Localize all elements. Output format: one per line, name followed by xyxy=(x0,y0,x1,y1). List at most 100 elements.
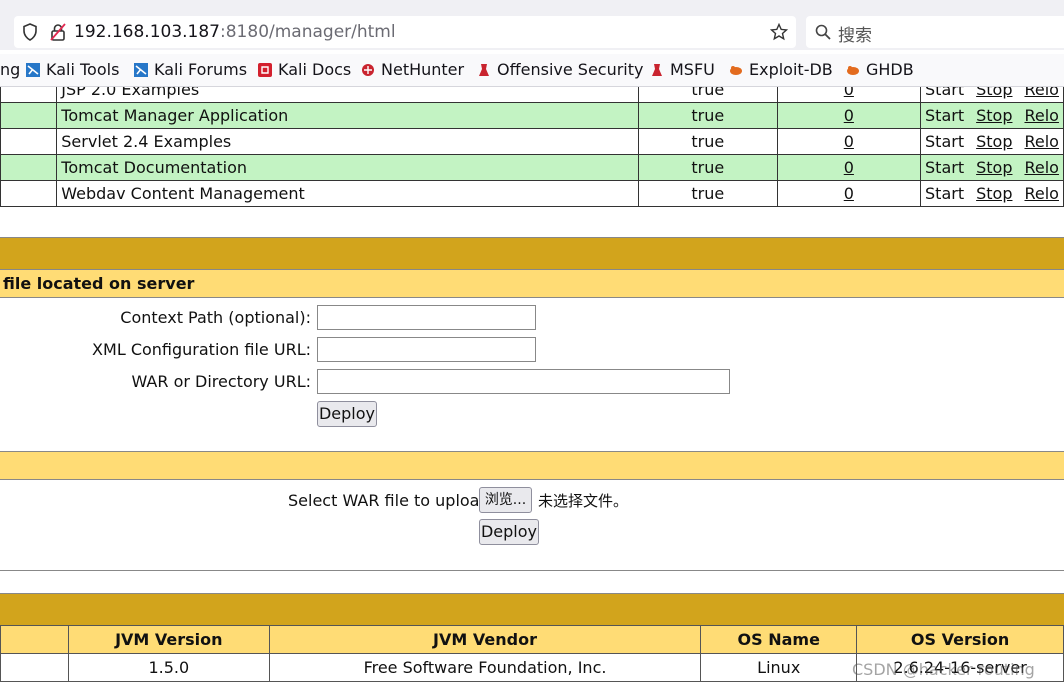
sessions-link[interactable]: 0 xyxy=(844,132,854,151)
table-row: JSP 2.0 Examples true 0 Start Stop Relo xyxy=(0,87,1064,103)
table-row: Tomcat Documentation true 0 Start Stop Rel… xyxy=(0,154,1064,181)
table-row: Tomcat Manager Application true 0 Start S… xyxy=(0,102,1064,129)
table-header: JVM Version xyxy=(67,625,270,654)
context-path-input[interactable] xyxy=(317,305,536,330)
bookmark-ghdb[interactable]: GHDB xyxy=(846,60,914,79)
sessions-link[interactable]: 0 xyxy=(844,106,854,125)
sessions-link[interactable]: 0 xyxy=(844,87,854,99)
jvm-version-value: 1.5.0 xyxy=(67,653,270,682)
no-file-selected-text: 未选择文件。 xyxy=(538,492,629,510)
reload-link[interactable]: Relo xyxy=(1024,158,1058,177)
app-name: Tomcat Manager Application xyxy=(56,102,639,129)
watermark: CSDN @hacker routing xyxy=(852,660,1035,679)
stop-link[interactable]: Stop xyxy=(976,184,1012,203)
browser-toolbar: 192.168.103.187:8180/manager/html 搜索 xyxy=(0,0,1064,50)
insecure-lock-icon[interactable] xyxy=(50,23,66,41)
url-path: :8180/manager/html xyxy=(220,22,396,42)
start-label: Start xyxy=(925,158,965,177)
nethunter-icon xyxy=(362,64,374,76)
app-name: JSP 2.0 Examples xyxy=(56,87,639,103)
context-path-label: Context Path (optional): xyxy=(120,308,311,327)
offsec-icon xyxy=(652,64,662,76)
bookmark-label: Kali Forums xyxy=(154,60,248,79)
search-placeholder: 搜索 xyxy=(838,26,872,46)
stop-link[interactable]: Stop xyxy=(976,158,1012,177)
start-label: Start xyxy=(925,132,965,151)
exploitdb-icon xyxy=(847,66,859,75)
table-header: JVM Vendor xyxy=(268,625,702,654)
war-url-label: WAR or Directory URL: xyxy=(131,372,311,391)
start-label: Start xyxy=(925,184,965,203)
bookmark-exploit-db[interactable]: Exploit-DB xyxy=(729,60,833,79)
table-row: Webdav Content Management true 0 Start St… xyxy=(0,180,1064,207)
search-box[interactable]: 搜索 xyxy=(806,16,1064,48)
bookmark-item[interactable]: ng xyxy=(0,60,20,79)
deploy-server-button[interactable]: Deploy xyxy=(317,401,377,427)
jvm-vendor-value: Free Software Foundation, Inc. xyxy=(268,653,702,682)
bookmark-label: Kali Tools xyxy=(46,60,120,79)
app-running: true xyxy=(637,180,778,207)
applications-table: JSP 2.0 Examples true 0 Start Stop Relo To… xyxy=(0,87,1064,207)
war-url-input[interactable] xyxy=(317,369,730,394)
kali-icon xyxy=(26,63,40,77)
app-running: true xyxy=(637,154,778,181)
start-label: Start xyxy=(925,87,965,99)
search-icon xyxy=(815,24,831,40)
browse-button[interactable]: 浏览... xyxy=(479,487,532,513)
server-deploy-title: file located on server xyxy=(3,274,195,293)
offsec-icon xyxy=(479,64,489,76)
table-row: JVM Version JVM Vendor OS Name OS Versio… xyxy=(0,625,1064,654)
bookmark-msfu[interactable]: MSFU xyxy=(650,60,715,79)
url-bar[interactable]: 192.168.103.187:8180/manager/html xyxy=(14,16,796,48)
url-host: 192.168.103.187 xyxy=(74,22,221,42)
bookmark-kali-docs[interactable]: Kali Docs xyxy=(258,60,351,79)
xml-config-label: XML Configuration file URL: xyxy=(92,340,311,359)
stop-link[interactable]: Stop xyxy=(976,132,1012,151)
app-running: true xyxy=(637,128,778,155)
start-label: Start xyxy=(925,106,965,125)
select-war-label: Select WAR file to upload xyxy=(288,491,490,510)
bookmark-nethunter[interactable]: NetHunter xyxy=(361,60,464,79)
bookmark-label: MSFU xyxy=(670,60,715,79)
app-name: Tomcat Documentation xyxy=(56,154,639,181)
app-name: Servlet 2.4 Examples xyxy=(56,128,639,155)
applications-table-viewport: JSP 2.0 Examples true 0 Start Stop Relo To… xyxy=(0,87,1064,215)
kali-icon xyxy=(134,63,148,77)
stop-link[interactable]: Stop xyxy=(976,106,1012,125)
bookmark-label: Offensive Security xyxy=(497,60,644,79)
shield-icon[interactable] xyxy=(22,23,38,41)
bookmark-label: Kali Docs xyxy=(278,60,352,79)
sessions-link[interactable]: 0 xyxy=(844,158,854,177)
deploy-upload-button[interactable]: Deploy xyxy=(479,519,539,545)
kali-docs-icon xyxy=(258,63,272,77)
app-running: true xyxy=(637,102,778,129)
table-row: Servlet 2.4 Examples true 0 Start Stop Rel… xyxy=(0,128,1064,155)
table-header: OS Version xyxy=(856,625,1064,654)
stop-link[interactable]: Stop xyxy=(976,87,1012,99)
url-text[interactable]: 192.168.103.187:8180/manager/html xyxy=(74,22,396,42)
bookmark-offensive-security[interactable]: Offensive Security xyxy=(477,60,643,79)
bookmark-label: ng xyxy=(0,60,21,79)
reload-link[interactable]: Relo xyxy=(1024,184,1058,203)
bookmark-kali-forums[interactable]: Kali Forums xyxy=(134,60,247,79)
deploy-header-bar xyxy=(0,237,1064,270)
xml-config-input[interactable] xyxy=(317,337,536,362)
reload-link[interactable]: Relo xyxy=(1024,106,1058,125)
bookmark-star-icon[interactable] xyxy=(770,23,788,41)
bookmark-label: NetHunter xyxy=(381,60,465,79)
reload-link[interactable]: Relo xyxy=(1024,87,1058,99)
app-name: Webdav Content Management xyxy=(56,180,639,207)
server-deploy-title-bar: file located on server xyxy=(0,270,1064,298)
os-name-value: Linux xyxy=(700,653,858,682)
bookmark-label: Exploit-DB xyxy=(749,60,833,79)
exploitdb-icon xyxy=(730,66,742,75)
bookmark-label: GHDB xyxy=(866,60,914,79)
bookmarks-toolbar: ng Kali Tools Kali Forums Kali Docs NetH… xyxy=(0,54,1064,87)
table-header: OS Name xyxy=(700,625,858,654)
app-running: true xyxy=(637,87,778,103)
upload-title-bar xyxy=(0,452,1064,480)
bookmark-kali-tools[interactable]: Kali Tools xyxy=(26,60,119,79)
sessions-link[interactable]: 0 xyxy=(844,184,854,203)
reload-link[interactable]: Relo xyxy=(1024,132,1058,151)
server-info-header-bar xyxy=(0,593,1064,626)
